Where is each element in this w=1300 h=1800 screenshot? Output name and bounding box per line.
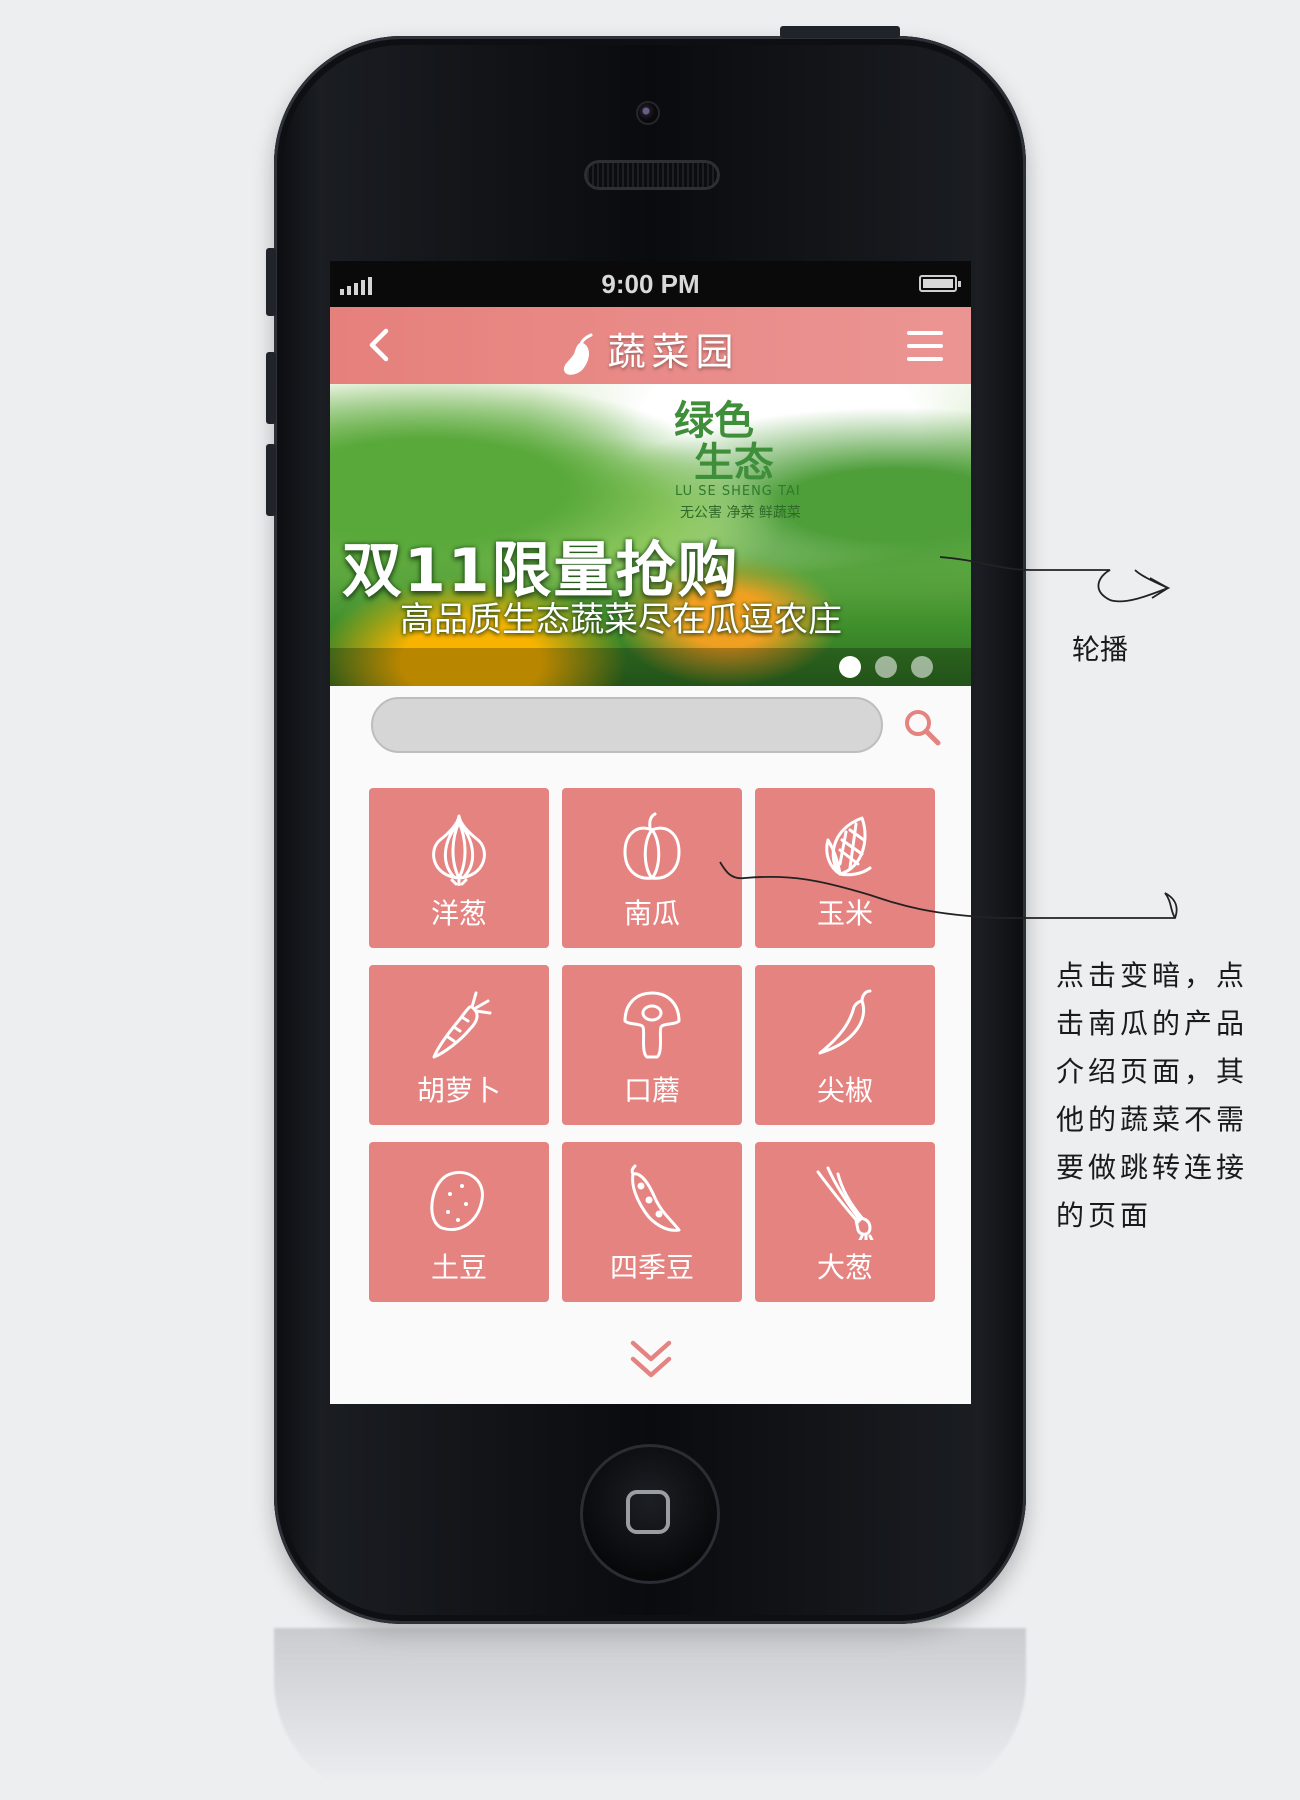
banner-subline: 高品质生态蔬菜尽在瓜逗农庄 [400, 600, 842, 640]
chili-icon [755, 987, 935, 1063]
annotation-note: 点击变暗，点 击南瓜的产品 介绍页面，其 他的蔬菜不需 要做跳转连接 的页面 [1056, 952, 1276, 1240]
carousel-dot[interactable] [839, 656, 861, 678]
vegetable-label: 四季豆 [609, 1251, 694, 1284]
search-input[interactable] [371, 697, 883, 753]
corn-icon [755, 810, 935, 886]
vegetable-label: 南瓜 [623, 897, 680, 930]
vegetable-label: 土豆 [430, 1251, 487, 1284]
power-button [780, 26, 900, 38]
vegetable-tile[interactable]: 南瓜 [562, 788, 742, 948]
vegetable-label: 玉米 [816, 897, 873, 930]
carousel-banner[interactable]: 绿色 生态 LU SE SHENG TAI 无公害 净菜 鲜蔬菜 双11限量抢购… [330, 384, 971, 686]
potato-icon [369, 1164, 549, 1240]
volume-up-button [266, 352, 276, 424]
vegetable-tile[interactable]: 洋葱 [369, 788, 549, 948]
banner-logo-top: 绿色 [674, 398, 754, 444]
vegetable-tile[interactable]: 土豆 [369, 1142, 549, 1302]
banner-logo-sub: 无公害 净菜 鲜蔬菜 [680, 505, 801, 521]
annotation-carousel: 轮播 [1072, 633, 1129, 666]
vegetable-label: 洋葱 [430, 897, 487, 930]
vegetable-tile[interactable]: 尖椒 [755, 965, 935, 1125]
banner-logo: 绿色 生态 [674, 400, 774, 484]
home-button[interactable] [580, 1444, 720, 1584]
front-camera [638, 103, 658, 123]
banner-logo-en: LU SE SHENG TAI [675, 484, 801, 499]
carousel-dot[interactable] [875, 656, 897, 678]
silent-switch [266, 248, 276, 316]
vegetable-label: 口蘑 [623, 1074, 680, 1107]
annotation-note-line: 介绍页面，其 [1056, 1055, 1249, 1088]
pumpkin-icon [562, 810, 742, 886]
bean-icon [562, 1164, 742, 1240]
nav-title: 蔬菜园 [607, 330, 740, 374]
annotation-note-line: 要做跳转连接 [1056, 1151, 1249, 1184]
nav-bar: 蔬菜园 [330, 307, 971, 384]
carousel-dots [839, 656, 933, 678]
vegetable-tile[interactable]: 四季豆 [562, 1142, 742, 1302]
status-bar: 9:00 PM [330, 261, 971, 307]
banner-logo-bottom: 生态 [694, 440, 774, 486]
vegetable-tile[interactable]: 口蘑 [562, 965, 742, 1125]
vegetable-label: 胡萝卜 [416, 1074, 501, 1107]
annotation-note-line: 击南瓜的产品 [1056, 1007, 1249, 1040]
annotation-note-line: 的页面 [1056, 1199, 1153, 1232]
annotation-note-line: 点击变暗，点 [1056, 959, 1249, 992]
vegetable-label: 尖椒 [816, 1074, 873, 1107]
carousel-dot[interactable] [911, 656, 933, 678]
volume-down-button [266, 444, 276, 516]
onion-icon [369, 810, 549, 886]
battery-icon [919, 275, 961, 292]
menu-icon[interactable] [907, 331, 943, 361]
vegetable-tile[interactable]: 胡萝卜 [369, 965, 549, 1125]
phone-reflection [274, 1628, 1026, 1800]
phone-screen: 9:00 PM 蔬菜园 绿色 生态 LU SE SHENG TAI 无公害 净菜… [330, 261, 971, 1404]
carrot-icon [369, 987, 549, 1063]
eggplant-icon [564, 333, 593, 375]
mushroom-icon [562, 987, 742, 1063]
vegetable-tile[interactable]: 大葱 [755, 1142, 935, 1302]
status-time: 9:00 PM [601, 269, 700, 299]
vegetable-label: 大葱 [816, 1251, 873, 1284]
scallion-icon [755, 1164, 935, 1240]
home-square-icon [626, 1490, 670, 1534]
page-title-group: 蔬菜园 [330, 321, 971, 377]
search-icon[interactable] [900, 705, 944, 749]
vegetable-tile[interactable]: 玉米 [755, 788, 935, 948]
earpiece-speaker [584, 160, 720, 190]
chevron-double-down-icon[interactable] [623, 1333, 679, 1383]
annotation-note-line: 他的蔬菜不需 [1056, 1103, 1249, 1136]
